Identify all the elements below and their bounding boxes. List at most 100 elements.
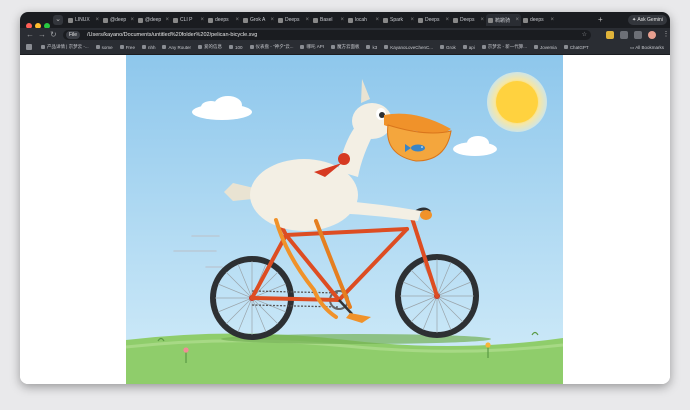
browser-tab[interactable]: 鹈鹕骑 × (486, 14, 521, 26)
tab-close-icon[interactable]: × (305, 17, 309, 23)
tab-favicon-icon (243, 17, 248, 23)
bookmark-item[interactable]: k3 (366, 44, 377, 50)
tab-close-icon[interactable]: × (340, 17, 344, 23)
back-arrow-icon[interactable]: ← (26, 29, 34, 41)
bookmark-favicon-icon (563, 45, 568, 49)
bookmark-favicon-icon (440, 45, 445, 49)
bookmark-item[interactable]: 仪表盘 - "神夕"云... (249, 44, 294, 50)
tab-favicon-icon (103, 17, 108, 23)
browser-tab[interactable]: @deep × (136, 14, 171, 26)
tab-close-icon[interactable]: × (515, 17, 519, 23)
tab-close-icon[interactable]: × (200, 17, 204, 23)
tab-favicon-icon (173, 17, 178, 23)
profile-avatar-icon[interactable] (648, 31, 656, 39)
bookmark-label: 京梦云 - 新一代算... (487, 44, 528, 49)
bookmark-item[interactable]: api (462, 44, 475, 50)
bookmark-label: 哪吒 API (306, 44, 324, 49)
bookmark-label: api (468, 44, 475, 50)
reload-icon[interactable]: ↻ (50, 29, 57, 41)
tab-favicon-icon (68, 17, 73, 23)
bookmark-label: Grok (446, 44, 456, 50)
bookmark-item[interactable]: nhh (141, 44, 155, 50)
bookmark-favicon-icon (481, 45, 486, 49)
bookmark-favicon-icon (228, 45, 233, 49)
tab-label: Deeps (460, 17, 475, 23)
browser-tab[interactable]: deeps × (206, 14, 241, 26)
tab-close-icon[interactable]: × (375, 17, 379, 23)
bookmark-item[interactable]: 爱的信息 (197, 44, 222, 50)
grid-apps-icon[interactable] (26, 44, 34, 50)
tab-strip: ⌄ LINUX × @deep × @deep × CLI P × deeps × Grok A × D… (20, 12, 670, 29)
bookmark-label: 仪表盘 - "神夕"云... (255, 44, 294, 49)
browser-tab[interactable]: Deeps × (451, 14, 486, 26)
tab-close-icon[interactable]: × (235, 17, 239, 23)
tab-close-icon[interactable]: × (445, 17, 449, 23)
bookmark-item[interactable]: 魔方云面板 (330, 44, 359, 50)
tab-favicon-icon (418, 17, 423, 23)
bookmark-label: some (101, 44, 113, 50)
bookmark-item[interactable]: 产品详情 | 京梦云 -... (41, 44, 89, 50)
bookmark-item[interactable]: ChatGPT (563, 44, 589, 50)
bookmark-item[interactable]: 哪吒 API (300, 44, 324, 50)
kebab-menu-icon[interactable]: ⋮ (662, 31, 670, 39)
browser-tab[interactable]: @deep × (101, 14, 136, 26)
folder-icon: ▭ (629, 45, 635, 50)
tab-close-icon[interactable]: × (165, 17, 169, 23)
sidepanel-icon[interactable] (634, 31, 642, 39)
bookmark-favicon-icon (534, 45, 539, 49)
bookmark-item[interactable]: Free (119, 44, 135, 50)
bookmark-favicon-icon (119, 45, 124, 49)
bookmark-label: Free (125, 44, 135, 50)
bookmark-item[interactable]: some (95, 44, 113, 50)
bookmark-item[interactable]: 100 (228, 44, 243, 50)
browser-tab[interactable]: CLI P × (171, 14, 206, 26)
extension-icon[interactable] (620, 31, 628, 39)
browser-tab[interactable]: Basel × (311, 14, 346, 26)
tab-close-icon[interactable]: × (480, 17, 484, 23)
browser-tab[interactable]: Grok A × (241, 14, 276, 26)
tab-close-icon[interactable]: × (410, 17, 414, 23)
tabs: LINUX × @deep × @deep × CLI P × deeps × Grok A × Dee… (66, 14, 556, 26)
ask-gemini-button[interactable]: ✦ Ask Gemini (628, 15, 667, 25)
bookmark-item[interactable]: Grok (440, 44, 456, 50)
bookmark-favicon-icon (141, 45, 146, 49)
address-bar[interactable]: File /Users/kayano/Documents/untitled%20… (63, 30, 591, 40)
bookmark-item[interactable]: 京梦云 - 新一代算... (481, 44, 528, 50)
bookmark-item[interactable]: KayanoLoveChenC... (384, 44, 433, 50)
new-tab-button[interactable]: + (598, 15, 603, 24)
bookmark-item[interactable]: Jovemia (534, 44, 557, 50)
bookmark-favicon-icon (197, 45, 202, 49)
tab-favicon-icon (383, 17, 388, 23)
bookmark-label: 产品详情 | 京梦云 -... (47, 44, 89, 49)
browser-window: ⌄ LINUX × @deep × @deep × CLI P × deeps × Grok A × D… (20, 12, 670, 384)
tab-label: Deeps (285, 17, 300, 23)
tab-favicon-icon (523, 17, 528, 23)
tab-close-icon[interactable]: × (550, 17, 554, 23)
browser-tab[interactable]: locah × (346, 14, 381, 26)
star-icon[interactable]: ☆ (582, 30, 587, 40)
tab-close-icon[interactable]: × (95, 17, 99, 23)
toolbar: ← → ↻ File /Users/kayano/Documents/untit… (20, 28, 670, 42)
bookmark-favicon-icon (162, 45, 167, 49)
all-bookmarks-button[interactable]: ▭ All Bookmarks (630, 44, 664, 52)
sun-core (496, 81, 538, 123)
browser-tab[interactable]: Deeps × (416, 14, 451, 26)
ask-gemini-label: Ask Gemini (637, 17, 663, 23)
bookmark-label: Jovemia (540, 44, 557, 50)
tab-close-icon[interactable]: × (270, 17, 274, 23)
extension-icon[interactable] (606, 31, 614, 39)
url-text[interactable]: /Users/kayano/Documents/untitled%20folde… (87, 30, 257, 40)
bookmark-item[interactable]: Any Router (162, 44, 191, 50)
tab-label: @deep (145, 17, 162, 23)
tab-close-icon[interactable]: × (130, 17, 134, 23)
browser-tab[interactable]: LINUX × (66, 14, 101, 26)
bookmark-label: 100 (234, 44, 243, 50)
browser-tab[interactable]: Deeps × (276, 14, 311, 26)
tab-label: 鹈鹕骑 (495, 17, 511, 24)
browser-tab[interactable]: deeps × (521, 14, 556, 26)
tab-search-icon[interactable]: ⌄ (53, 15, 63, 25)
bookmark-label: k3 (372, 44, 378, 50)
forward-arrow-icon[interactable]: → (38, 29, 46, 41)
browser-tab[interactable]: Spark × (381, 14, 416, 26)
file-chip[interactable]: File (66, 31, 81, 39)
